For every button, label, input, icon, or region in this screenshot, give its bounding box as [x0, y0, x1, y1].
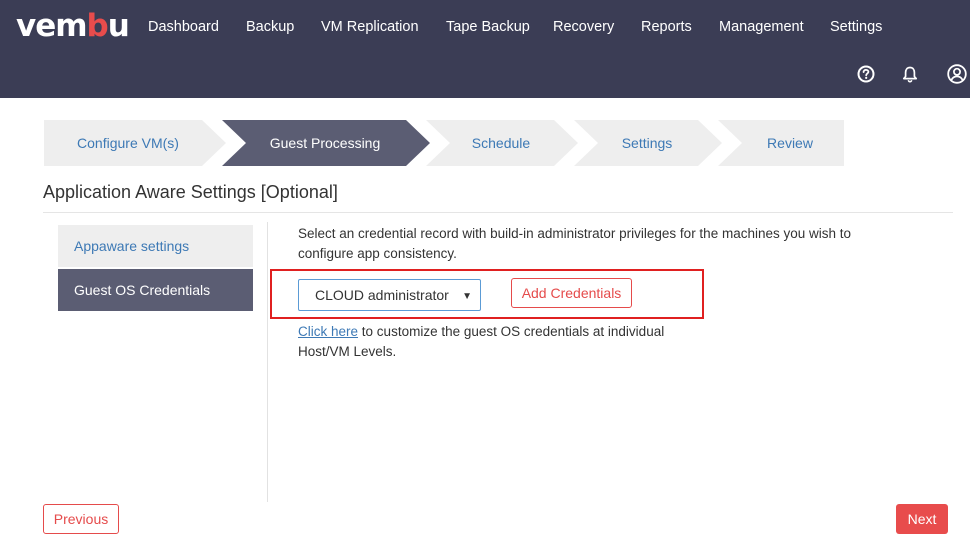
help-icon[interactable]: [855, 63, 877, 85]
credential-select-value: CLOUD administrator: [315, 287, 449, 303]
wizard-step-label: Configure VM(s): [77, 135, 179, 151]
user-icon[interactable]: [946, 63, 968, 85]
wizard-step-label: Schedule: [471, 135, 531, 151]
section-divider: [43, 212, 953, 213]
nav-vm-replication[interactable]: VM Replication: [321, 16, 419, 38]
sidebar-item-guest-os-credentials[interactable]: Guest OS Credentials: [58, 269, 253, 311]
section-title: Application Aware Settings [Optional]: [43, 182, 338, 202]
nav-management[interactable]: Management: [719, 16, 804, 38]
nav-dashboard[interactable]: Dashboard: [148, 16, 219, 38]
nav-reports[interactable]: Reports: [641, 16, 692, 38]
nav-settings[interactable]: Settings: [830, 16, 882, 38]
wizard-step-settings[interactable]: Settings: [584, 120, 710, 166]
wizard-steps: Configure VM(s) Guest Processing Schedul…: [44, 120, 844, 166]
vembu-logo[interactable]: vem b u: [16, 8, 130, 44]
wizard-step-label: Review: [767, 135, 813, 151]
wizard-step-schedule[interactable]: Schedule: [436, 120, 566, 166]
logo-text-accent: b: [86, 8, 109, 44]
customize-credentials-text: Click here to customize the guest OS cre…: [298, 322, 718, 362]
wizard-step-guest-processing[interactable]: Guest Processing: [232, 120, 418, 166]
wizard-step-label: Settings: [621, 135, 673, 151]
sidebar-item-appaware-settings[interactable]: Appaware settings: [58, 225, 253, 267]
wizard-step-label: Guest Processing: [269, 135, 381, 151]
next-button[interactable]: Next: [896, 504, 948, 534]
dropdown-caret-icon: ▼: [462, 291, 472, 302]
wizard-step-configure-vms[interactable]: Configure VM(s): [44, 120, 212, 166]
bell-icon[interactable]: [899, 63, 921, 85]
previous-button[interactable]: Previous: [43, 504, 119, 534]
credential-description: Select an credential record with build-i…: [298, 226, 852, 261]
logo-text-part1: vem: [16, 8, 88, 44]
content-divider: [267, 222, 268, 502]
logo-text-part3: u: [107, 8, 130, 44]
add-credentials-button[interactable]: Add Credentials: [511, 278, 632, 308]
sidebar-item-label: Guest OS Credentials: [74, 282, 211, 298]
click-here-link[interactable]: Click here: [298, 324, 358, 339]
sidebar-item-label: Appaware settings: [74, 238, 190, 254]
nav-backup[interactable]: Backup: [246, 16, 294, 38]
wizard-step-review[interactable]: Review: [726, 120, 854, 166]
top-navigation-bar: vem b u Dashboard Backup VM Replication Ta…: [0, 0, 970, 98]
nav-tape-backup[interactable]: Tape Backup: [446, 16, 530, 38]
nav-recovery[interactable]: Recovery: [553, 16, 614, 38]
credential-select[interactable]: CLOUD administrator ▼: [298, 279, 481, 311]
